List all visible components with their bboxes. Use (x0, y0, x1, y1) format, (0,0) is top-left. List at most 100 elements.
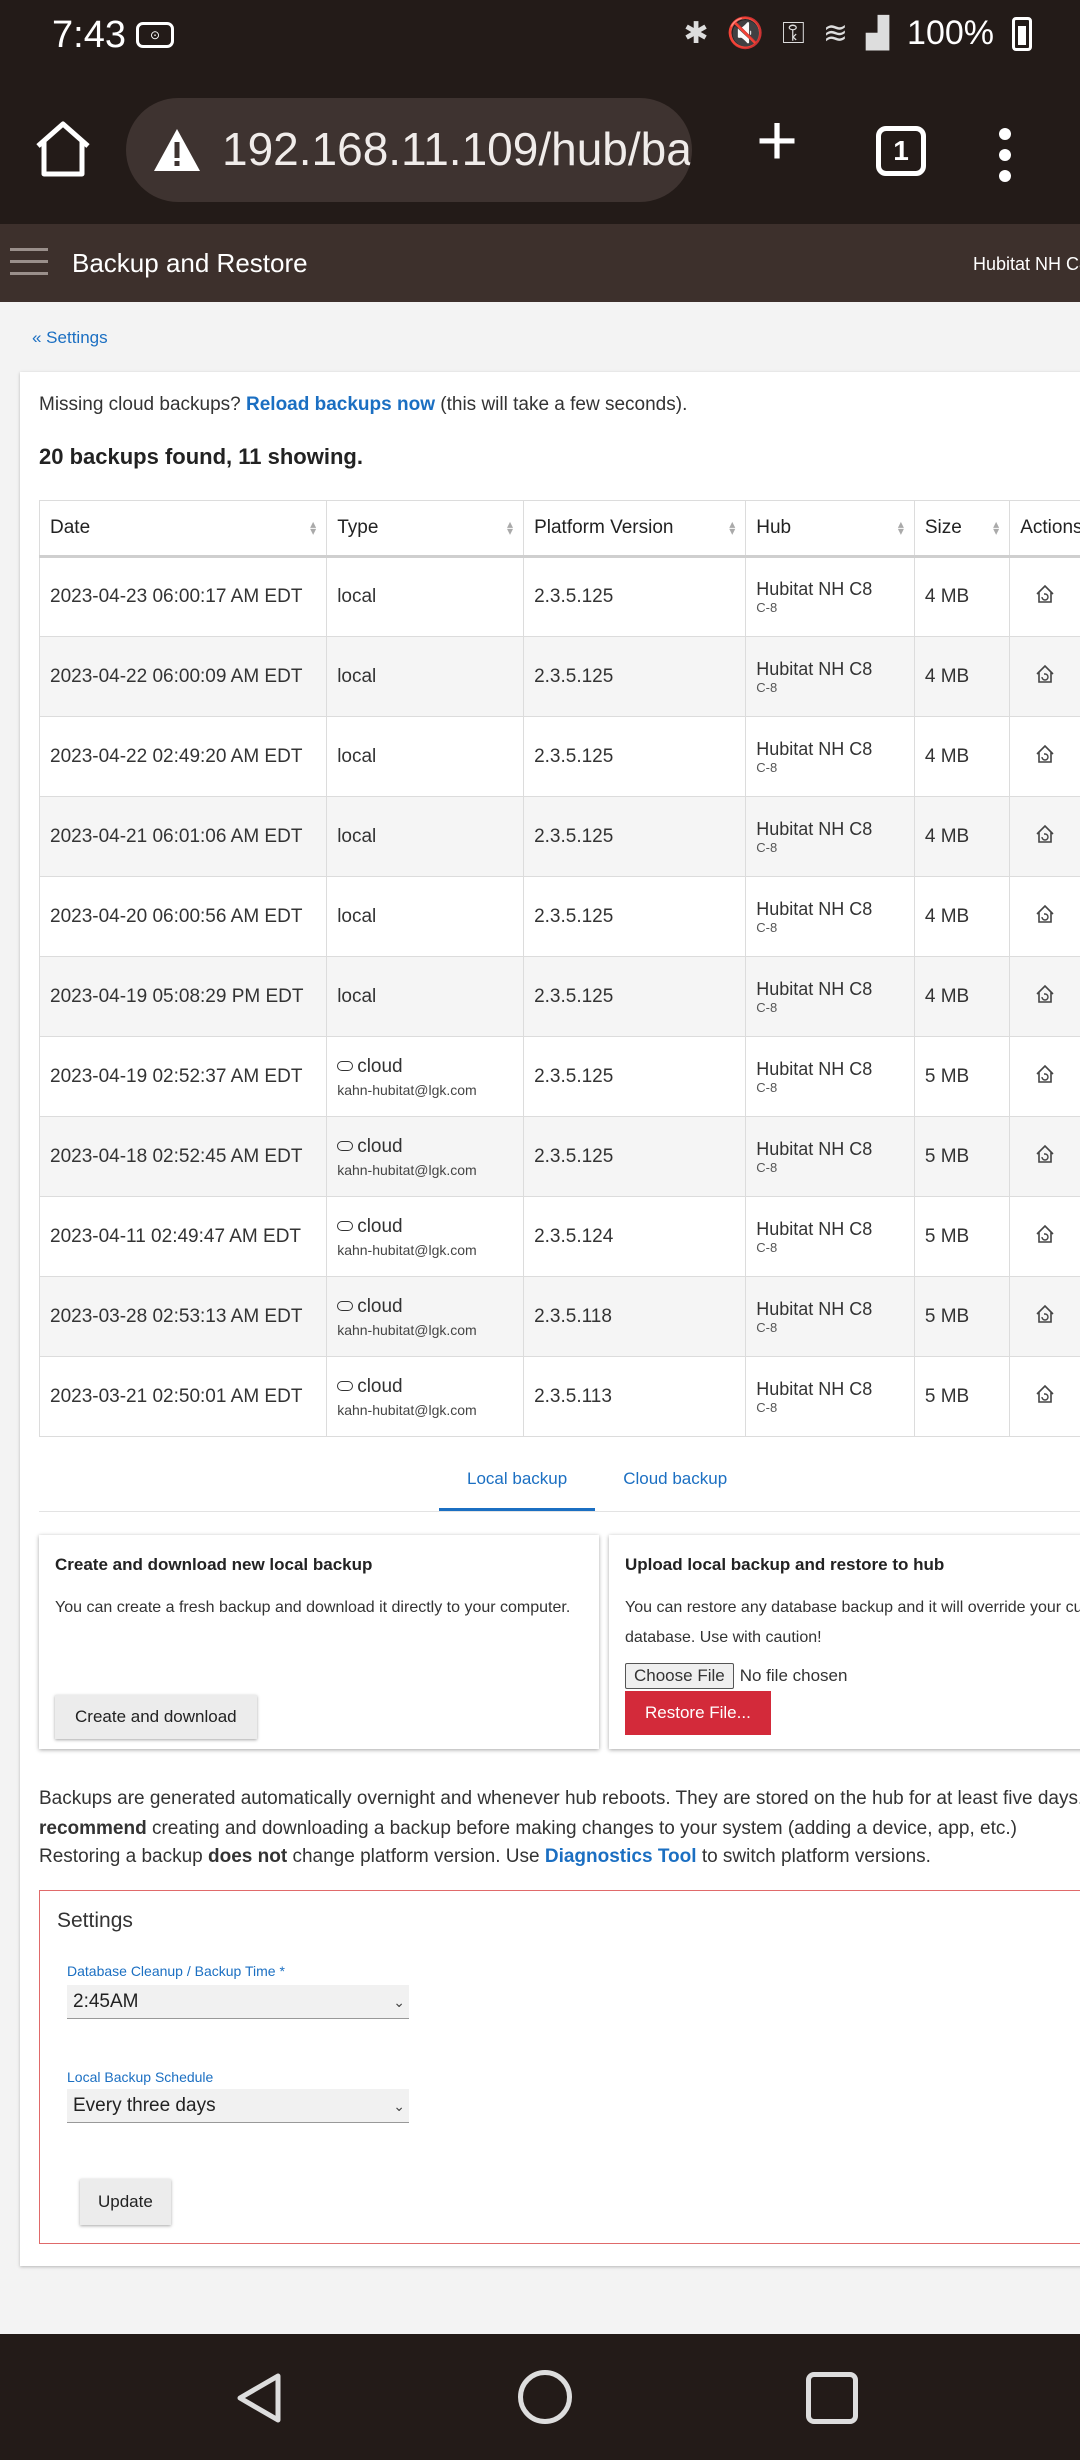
restore-backup-icon[interactable] (1034, 1223, 1056, 1245)
platform-version: 2.3.5.125 (534, 665, 614, 687)
restore-backup-icon[interactable] (1034, 583, 1056, 605)
restore-backup-icon[interactable] (1034, 903, 1056, 925)
local-backup-card: Create and download new local backup You… (39, 1535, 599, 1749)
hub-name: Hubitat NH C8 (756, 658, 873, 679)
backup-date: 2023-04-19 02:52:37 AM EDT (50, 1065, 303, 1087)
backup-date: 2023-03-21 02:50:01 AM EDT (50, 1385, 303, 1407)
diagnostics-tool-link[interactable]: Diagnostics Tool (545, 1846, 697, 1867)
home-icon[interactable] (30, 116, 96, 182)
backup-type: local (337, 745, 377, 767)
backup-time-select[interactable]: 2:45AM ⌄ (67, 1985, 409, 2019)
column-header-actions: Actions (1009, 500, 1080, 558)
page-title: Backup and Restore (72, 248, 308, 278)
info-bold: does not (208, 1846, 288, 1867)
backup-type: local (337, 665, 377, 687)
cell-hub: Hubitat NH C8 C-8 (745, 636, 915, 717)
cell-version: 2.3.5.125 (523, 796, 747, 877)
cell-date: 2023-04-20 06:00:56 AM EDT (38, 876, 328, 957)
restore-backup-icon[interactable] (1034, 983, 1056, 1005)
restore-backup-icon[interactable] (1034, 823, 1056, 845)
restore-backup-icon[interactable] (1034, 1063, 1056, 1085)
recent-apps-icon[interactable] (806, 2372, 858, 2424)
cell-hub: Hubitat NH C8 C-8 (745, 1036, 915, 1117)
backup-date: 2023-04-20 06:00:56 AM EDT (50, 905, 303, 927)
table-row: 2023-04-23 06:00:17 AM EDT local 2.3.5.1… (38, 556, 1080, 637)
column-header-hub[interactable]: Hub ▴ ▾ (745, 500, 915, 558)
table-row: 2023-04-22 02:49:20 AM EDT local 2.3.5.1… (38, 716, 1080, 797)
reload-backups-link[interactable]: Reload backups now (246, 394, 435, 415)
cell-actions (1009, 796, 1080, 877)
schedule-select[interactable]: Every three days ⌄ (67, 2089, 409, 2123)
cell-date: 2023-03-28 02:53:13 AM EDT (38, 1276, 328, 1357)
cell-hub: Hubitat NH C8 C-8 (745, 876, 915, 957)
backup-count: 20 backups found, 11 showing. (39, 444, 363, 469)
cell-actions (1009, 956, 1080, 1037)
new-tab-button[interactable]: + (748, 105, 806, 177)
choose-file-button[interactable]: Choose File (625, 1663, 734, 1689)
backup-size: 4 MB (924, 745, 970, 767)
restore-backup-icon[interactable] (1034, 1383, 1056, 1405)
missing-backups-notice: Missing cloud backups? Reload backups no… (39, 394, 687, 416)
column-header-date[interactable]: Date ▴ ▾ (38, 500, 328, 558)
table-row: 2023-04-18 02:52:45 AM EDT cloud kahn-hub… (38, 1116, 1080, 1197)
column-header-version[interactable]: Platform Version ▴ ▾ (523, 500, 747, 558)
table-row: 2023-04-21 06:01:06 AM EDT local 2.3.5.1… (38, 796, 1080, 877)
backup-time-label: Database Cleanup / Backup Time * (67, 1963, 285, 1979)
restore-backup-icon[interactable] (1034, 743, 1056, 765)
cell-actions (1009, 1276, 1080, 1357)
restore-backup-icon[interactable] (1034, 1143, 1056, 1165)
restore-backup-icon[interactable] (1034, 663, 1056, 685)
backup-size: 4 MB (924, 985, 970, 1007)
info-text: Backups are generated automatically over… (39, 1788, 1080, 1809)
status-bar: 7:43 ⊙ ✱ 🔇 ⚿ ≋ ▟ 100% (0, 0, 1080, 76)
header-label: Size (924, 517, 962, 538)
address-bar[interactable]: 192.168.11.109/hub/backup (126, 98, 692, 202)
cell-version: 2.3.5.118 (523, 1276, 747, 1357)
backup-date: 2023-04-21 06:01:06 AM EDT (50, 825, 303, 847)
tab-cloud-backup[interactable]: Cloud backup (595, 1459, 755, 1511)
sort-icon: ▴ ▾ (993, 517, 1000, 538)
column-header-type[interactable]: Type ▴ ▾ (326, 500, 525, 558)
bluetooth-icon: ✱ (683, 17, 709, 50)
backup-size: 5 MB (924, 1225, 970, 1247)
platform-version: 2.3.5.125 (534, 586, 614, 607)
restore-backup-icon[interactable] (1034, 1303, 1056, 1325)
backups-table: Date ▴ ▾ Type ▴ ▾ Platform Version ▴ ▾ Hub ▴ ▾ S… (38, 500, 1080, 1437)
navigation-bar (0, 2334, 1080, 2460)
chevron-down-icon: ⌄ (393, 2098, 405, 2114)
cell-date: 2023-04-22 06:00:09 AM EDT (38, 636, 328, 717)
hub-name: Hubitat NH C8 (756, 978, 873, 999)
hub-model: C-8 (756, 999, 778, 1015)
cell-type: local (326, 796, 525, 877)
cloud-icon (337, 1060, 354, 1071)
hamburger-menu-icon[interactable] (10, 248, 48, 278)
backup-date: 2023-04-22 02:49:20 AM EDT (50, 745, 303, 767)
backup-size: 4 MB (924, 665, 970, 687)
restore-file-button[interactable]: Restore File... (625, 1691, 771, 1735)
cell-type: cloud kahn-hubitat@lgk.com (326, 1116, 525, 1197)
table-row: 2023-04-22 06:00:09 AM EDT local 2.3.5.1… (38, 636, 1080, 717)
cell-version: 2.3.5.113 (523, 1356, 747, 1437)
home-circle-icon[interactable] (518, 2370, 572, 2424)
hub-model: C-8 (756, 679, 778, 695)
tab-switcher-button[interactable]: 1 (876, 126, 926, 176)
cell-hub: Hubitat NH C8 C-8 (745, 796, 915, 877)
cell-version: 2.3.5.125 (523, 1036, 747, 1117)
header-label: Date (50, 517, 91, 538)
create-download-button[interactable]: Create and download (55, 1695, 257, 1739)
cell-actions (1009, 876, 1080, 957)
update-button[interactable]: Update (80, 2179, 171, 2225)
breadcrumb-settings-link[interactable]: « Settings (32, 328, 108, 348)
battery-percent: 100% (907, 14, 994, 52)
signal-icon: ▟ (865, 17, 890, 50)
column-header-size[interactable]: Size ▴ ▾ (913, 500, 1011, 558)
tab-local-backup[interactable]: Local backup (439, 1459, 596, 1511)
schedule-label: Local Backup Schedule (67, 2069, 214, 2085)
back-icon[interactable] (232, 2370, 288, 2426)
cell-hub: Hubitat NH C8 C-8 (745, 556, 915, 637)
backup-time-value: 2:45AM (73, 1991, 139, 2012)
backup-size: 4 MB (924, 905, 970, 927)
cell-hub: Hubitat NH C8 C-8 (745, 1116, 915, 1197)
table-row: 2023-03-28 02:53:13 AM EDT cloud kahn-hub… (38, 1276, 1080, 1357)
more-options-icon[interactable] (990, 128, 1020, 188)
